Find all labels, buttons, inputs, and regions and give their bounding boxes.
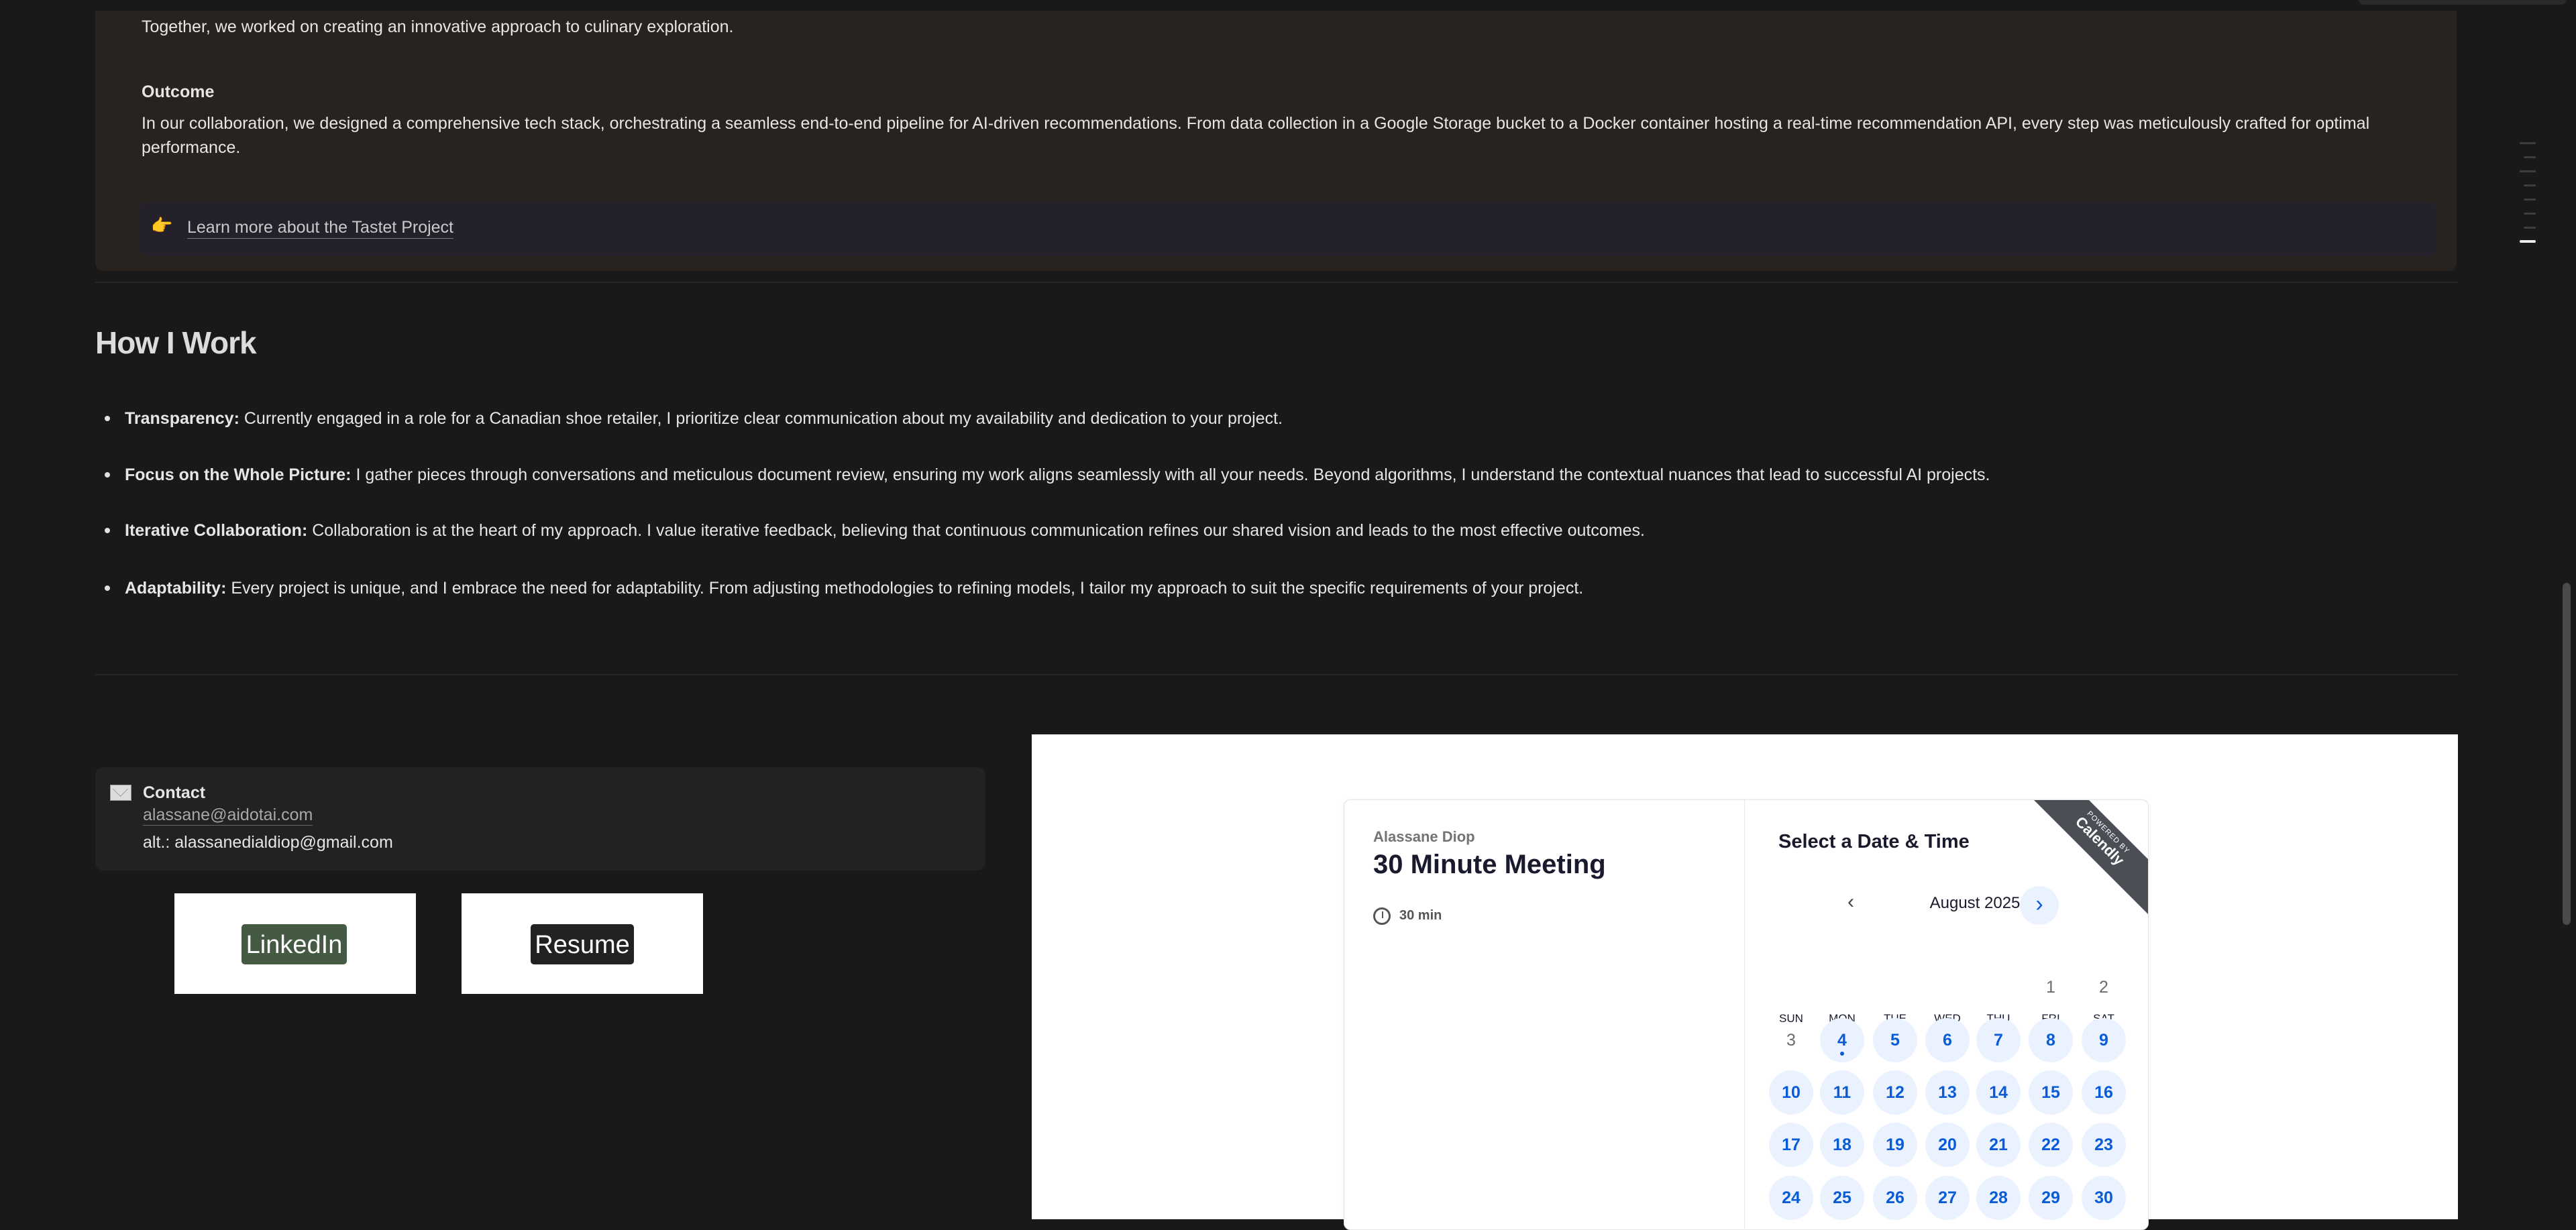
calendar-day[interactable]: 11 [1820,1070,1864,1115]
toc-marker[interactable] [2520,170,2536,172]
linkedin-button[interactable]: LinkedIn [241,924,347,964]
outcome-text-line1: In our collaboration, we designed a comp… [142,114,2370,133]
calendar-day[interactable]: 23 [2082,1123,2126,1167]
pane-divider [1744,800,1745,1229]
bullet-icon [105,416,110,421]
outcome-heading: Outcome [142,82,215,101]
calendar-day[interactable]: 6 [1925,1018,1970,1062]
toc-marker[interactable] [2524,213,2536,215]
pointing-hand-icon: 👉 [151,215,173,235]
item-label: Focus on the Whole Picture: [125,465,352,484]
top-bar [0,0,2576,11]
email-link[interactable]: alassane@aidotai.com [143,805,313,826]
item-label: Adaptability: [125,579,227,598]
learn-more-link[interactable]: Learn more about the Tastet Project [187,217,453,239]
linkedin-frame: LinkedIn [174,893,416,994]
next-month-button[interactable]: › [2020,886,2059,925]
outcome-text-line2: performance. [142,138,241,157]
item-label: Transparency: [125,409,239,428]
alt-email: alt.: alassanedialdiop@gmail.com [143,833,393,852]
calendar-day[interactable]: 24 [1769,1176,1813,1220]
calendar-day[interactable]: 25 [1820,1176,1864,1220]
section-divider [95,674,2458,675]
resume-frame: Resume [462,893,703,994]
top-right-widget[interactable] [2359,0,2567,5]
calendar-day[interactable]: 19 [1873,1123,1917,1167]
calendar-day[interactable]: 27 [1925,1176,1970,1220]
toc-marker[interactable] [2524,156,2536,158]
calendar-day[interactable]: 18 [1820,1123,1864,1167]
item-text: Currently engaged in a role for a Canadi… [239,409,1283,428]
calendar-day[interactable]: 14 [1976,1070,2021,1115]
prev-month-button[interactable]: ‹ [1847,891,1854,913]
section-divider [95,282,2458,283]
toc-marker[interactable] [2524,227,2536,229]
calendar-day[interactable]: 9 [2082,1018,2126,1062]
how-i-work-item: Adaptability: Every project is unique, a… [125,576,1583,600]
bullet-icon [105,585,110,591]
toc-marker-active[interactable] [2520,240,2536,243]
calendar-day-unavailable: 3 [1786,1031,1796,1050]
calendar-day-unavailable: 1 [2046,978,2055,997]
calendar-day[interactable]: 30 [2082,1176,2126,1220]
today-dot-icon [1840,1052,1844,1056]
bullet-icon [105,472,110,478]
calendar-day[interactable]: 17 [1769,1123,1813,1167]
clock-icon [1373,907,1391,925]
calendar-day[interactable]: 7 [1976,1018,2021,1062]
toc-marker[interactable] [2524,199,2536,201]
how-i-work-item: Transparency: Currently engaged in a rol… [125,406,1283,431]
calendar-day[interactable]: 15 [2029,1070,2073,1115]
event-title: 30 Minute Meeting [1373,850,1606,879]
how-i-work-item: Iterative Collaboration: Collaboration i… [125,518,1645,543]
calendar-day[interactable]: 13 [1925,1070,1970,1115]
scrollbar-thumb[interactable] [2563,583,2571,925]
calendar-day[interactable]: 29 [2029,1176,2073,1220]
calendar-day[interactable]: 21 [1976,1123,2021,1167]
project-callout: Together, we worked on creating an innov… [95,11,2457,271]
calendar-day[interactable]: 8 [2029,1018,2073,1062]
item-text: Every project is unique, and I embrace t… [226,579,1584,598]
bullet-icon [105,528,110,533]
how-i-work-title: How I Work [95,325,257,360]
select-date-heading: Select a Date & Time [1778,831,1970,852]
calendar-day[interactable]: 4 [1820,1018,1864,1062]
calendar-day[interactable]: 16 [2082,1070,2126,1115]
how-i-work-item: Focus on the Whole Picture: I gather pie… [125,463,1990,487]
envelope-icon [110,785,131,801]
calendly-embed: Alassane Diop 30 Minute Meeting 30 min S… [1032,734,2458,1230]
host-name: Alassane Diop [1373,828,1475,845]
calendar-day[interactable]: 26 [1873,1176,1917,1220]
contact-title: Contact [143,783,206,802]
calendar-day[interactable]: 20 [1925,1123,1970,1167]
project-together-text: Together, we worked on creating an innov… [142,17,734,36]
calendar-day[interactable]: 12 [1873,1070,1917,1115]
calendar-day[interactable]: 10 [1769,1070,1813,1115]
contact-card: Contact alassane@aidotai.com alt.: alass… [95,767,985,871]
calendar-day-unavailable: 2 [2099,978,2108,997]
calendar-day[interactable]: 5 [1873,1018,1917,1062]
toc-marker[interactable] [2520,142,2536,144]
calendly-card: Alassane Diop 30 Minute Meeting 30 min S… [1344,799,2149,1230]
resume-button[interactable]: Resume [531,924,634,964]
item-text: I gather pieces through conversations an… [351,465,1990,484]
item-text: Collaboration is at the heart of my appr… [307,521,1645,540]
duration: 30 min [1399,908,1442,923]
learn-more-box: 👉 Learn more about the Tastet Project [140,202,2436,256]
item-label: Iterative Collaboration: [125,521,308,540]
toc-marker[interactable] [2524,184,2536,186]
calendar-day[interactable]: 28 [1976,1176,2021,1220]
calendar-day[interactable]: 22 [2029,1123,2073,1167]
